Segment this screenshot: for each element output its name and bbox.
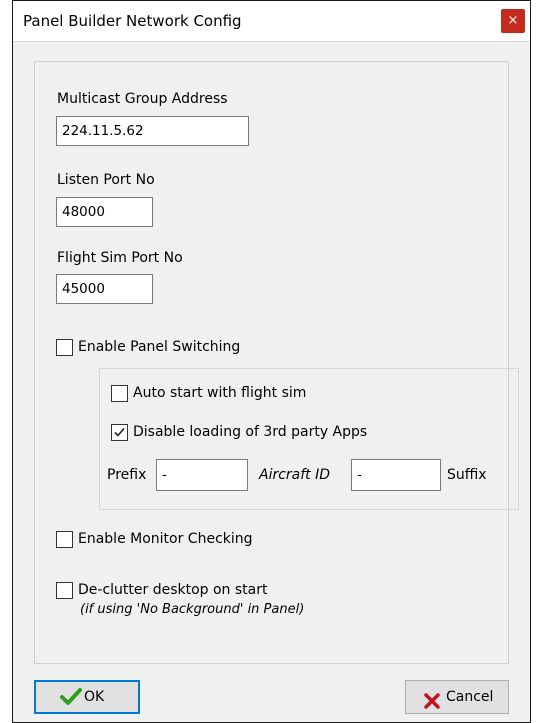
disable-third-party-checkbox[interactable]	[111, 424, 128, 441]
disable-third-party-label: Disable loading of 3rd party Apps	[133, 424, 368, 440]
enable-panel-switching-checkbox[interactable]	[56, 339, 73, 356]
title-bar: Panel Builder Network Config ×	[13, 1, 530, 42]
cancel-button[interactable]: Cancel	[405, 680, 509, 714]
enable-monitor-checking-checkbox[interactable]	[56, 531, 73, 548]
flight-sim-port-input[interactable]	[56, 274, 153, 304]
x-mark-icon	[424, 689, 440, 721]
close-button[interactable]: ×	[501, 9, 525, 33]
enable-monitor-checking-label: Enable Monitor Checking	[78, 531, 253, 547]
auto-start-checkbox[interactable]	[111, 385, 128, 402]
auto-start-label: Auto start with flight sim	[133, 385, 307, 401]
flight-sim-port-label: Flight Sim Port No	[57, 250, 183, 266]
listen-port-input[interactable]	[56, 197, 153, 227]
checkmark-icon	[114, 427, 125, 437]
dialog-window: Panel Builder Network Config × Multicast…	[12, 0, 531, 723]
ok-button-label: OK	[84, 689, 105, 705]
multicast-address-input[interactable]	[56, 116, 249, 146]
window-title: Panel Builder Network Config	[23, 12, 242, 30]
multicast-address-label: Multicast Group Address	[57, 91, 228, 107]
settings-group-box	[34, 61, 509, 664]
cancel-button-label: Cancel	[446, 689, 494, 705]
enable-panel-switching-label: Enable Panel Switching	[78, 339, 241, 355]
checkmark-icon	[60, 687, 82, 718]
aircraft-id-label: Aircraft ID	[259, 467, 331, 483]
declutter-checkbox[interactable]	[56, 582, 73, 599]
aircraft-id-input[interactable]	[351, 459, 441, 491]
page: Panel Builder Network Config × Multicast…	[0, 0, 543, 723]
ok-button[interactable]: OK	[34, 680, 140, 714]
close-icon: ×	[507, 13, 519, 28]
declutter-label: De-clutter desktop on start	[78, 582, 268, 598]
prefix-label: Prefix	[107, 467, 147, 483]
listen-port-label: Listen Port No	[57, 172, 155, 188]
prefix-input[interactable]	[156, 459, 248, 491]
suffix-label: Suffix	[447, 467, 487, 483]
declutter-note: (if using 'No Background' in Panel)	[80, 602, 305, 617]
button-bar: OK Cancel	[13, 666, 530, 722]
